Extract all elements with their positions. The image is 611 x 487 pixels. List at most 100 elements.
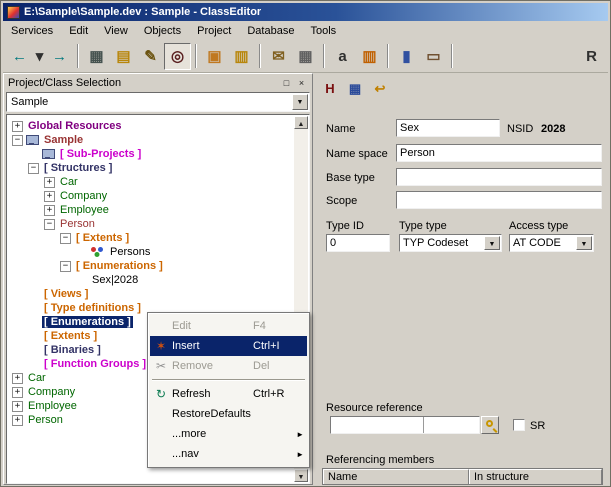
form-editor-button[interactable]: ✎ (137, 43, 164, 70)
tree-label: [ Function Groups ] (42, 358, 148, 370)
expander-plus-icon[interactable]: + (12, 387, 23, 398)
library-icon: ▥ (362, 49, 376, 64)
scroll-down-icon[interactable] (294, 469, 308, 482)
tree-item[interactable]: −Person (8, 217, 294, 231)
namespace-field[interactable] (396, 144, 602, 162)
rename-button[interactable]: a (329, 43, 356, 70)
resource-reference-right-input[interactable] (424, 417, 479, 433)
context-menu-item[interactable]: ✶InsertCtrl+I (150, 336, 307, 356)
type-type-dropdown[interactable]: TYP Codeset (399, 234, 502, 252)
tree-item[interactable]: +Global Resources (8, 119, 294, 133)
menu-bar: ServicesEditViewObjectsProjectDatabaseTo… (3, 21, 608, 40)
float-button[interactable]: □ (280, 76, 293, 89)
menu-database[interactable]: Database (239, 23, 302, 39)
class-header-button[interactable]: H (319, 78, 341, 98)
name-field[interactable] (396, 119, 500, 137)
menu-tools[interactable]: Tools (302, 23, 344, 39)
chevron-down-icon[interactable] (484, 236, 500, 250)
resource-reference-left-input[interactable] (331, 417, 423, 433)
chevron-down-icon[interactable] (292, 94, 308, 110)
project-icon (26, 135, 39, 146)
application-window: E:\Sample\Sample.dev : Sample - ClassEdi… (0, 0, 611, 487)
mini-toolbar: H ▦↩ (319, 78, 391, 98)
context-menu-item[interactable]: ↻RefreshCtrl+R (150, 384, 307, 404)
menu-view[interactable]: View (96, 23, 136, 39)
context-menu-item[interactable]: RestoreDefaults (150, 404, 307, 424)
tree-item[interactable]: [ Sub-Projects ] (8, 147, 294, 161)
new-object-button[interactable]: ▣ (201, 43, 228, 70)
expander-plus-icon[interactable]: + (12, 401, 23, 412)
tree-item[interactable]: −[ Enumerations ] (8, 259, 294, 273)
copy-object-button[interactable]: ▥ (228, 43, 255, 70)
sr-checkbox[interactable] (513, 419, 525, 431)
expander-minus-icon[interactable]: − (44, 219, 55, 230)
tree-item[interactable]: −[ Structures ] (8, 161, 294, 175)
back-dropdown-icon: ▾ (36, 49, 44, 64)
context-menu-item[interactable]: ...nav ► (150, 444, 307, 464)
class-header-icon: H (325, 82, 334, 95)
project-button[interactable]: ▤ (110, 43, 137, 70)
tree-label: Person (58, 218, 97, 230)
table-button[interactable]: ▦ (292, 43, 319, 70)
expander-plus-icon[interactable]: + (12, 415, 23, 426)
context-menu-item[interactable]: ✂RemoveDel (150, 356, 307, 376)
tree-item[interactable]: Sex|2028 (8, 273, 294, 287)
column-header-name[interactable]: Name (323, 469, 469, 485)
library-button[interactable]: ▥ (356, 43, 383, 70)
hierarchy-button[interactable]: ▦ (83, 43, 110, 70)
r-button[interactable]: R (578, 43, 605, 70)
scroll-up-icon[interactable] (294, 116, 308, 129)
mail-button[interactable]: ✉ (265, 43, 292, 70)
matrix-button[interactable]: ▦ (344, 78, 366, 98)
tree-item[interactable]: +Employee (8, 203, 294, 217)
tree-item[interactable]: [ Views ] (8, 287, 294, 301)
main-toolbar: ←▾→▦▤✎◎▣▥✉▦a▥▮▭R (3, 40, 608, 73)
menu-services[interactable]: Services (3, 23, 61, 39)
scope-field[interactable] (396, 191, 602, 209)
expander-plus-icon[interactable]: + (12, 373, 23, 384)
tree-item[interactable]: Persons (8, 245, 294, 259)
tree-item[interactable]: −[ Extents ] (8, 231, 294, 245)
expander-plus-icon[interactable]: + (12, 121, 23, 132)
column-header-in-structure[interactable]: In structure (469, 469, 602, 485)
tree-item[interactable]: +Company (8, 189, 294, 203)
expander-plus-icon[interactable]: + (44, 177, 55, 188)
tree-label: Sample (42, 134, 85, 146)
context-menu-item[interactable]: ...more► (150, 424, 307, 444)
menu-edit[interactable]: Edit (61, 23, 96, 39)
referencing-members-table: NameIn structure (322, 468, 603, 485)
books-button[interactable]: ▮ (393, 43, 420, 70)
type-type-label: Type type (399, 220, 447, 232)
close-button[interactable]: × (295, 76, 308, 89)
resource-reference-label: Resource reference (326, 402, 423, 414)
persons-icon (90, 247, 105, 258)
forward-button[interactable]: → (46, 43, 73, 70)
expander-minus-icon[interactable]: − (12, 135, 23, 146)
tree-item[interactable]: +Car (8, 175, 294, 189)
undo-button[interactable]: ↩ (369, 78, 391, 98)
menu-item-label: ...nav (170, 448, 253, 460)
resource-lookup-button[interactable] (481, 416, 499, 434)
chevron-down-icon[interactable] (576, 236, 592, 250)
base-type-field[interactable] (396, 168, 602, 186)
tree-item[interactable]: − Sample (8, 133, 294, 147)
back-button[interactable]: ← (6, 43, 33, 70)
menu-project[interactable]: Project (189, 23, 239, 39)
back-dropdown-button[interactable]: ▾ (33, 43, 46, 70)
menu-objects[interactable]: Objects (136, 23, 189, 39)
class-editor-button[interactable]: ◎ (164, 43, 191, 70)
expander-minus-icon[interactable]: − (28, 163, 39, 174)
access-type-dropdown[interactable]: AT CODE (509, 234, 594, 252)
ref-table-header: NameIn structure (323, 469, 602, 485)
expander-plus-icon[interactable]: + (44, 191, 55, 202)
resource-reference-field[interactable] (330, 416, 480, 434)
archive-button[interactable]: ▭ (420, 43, 447, 70)
type-id-field[interactable] (326, 234, 390, 252)
tree-label: [ Extents ] (42, 330, 99, 342)
submenu-arrow-icon: ► (295, 450, 305, 459)
expander-minus-icon[interactable]: − (60, 233, 71, 244)
project-selector[interactable]: Sample (6, 92, 310, 112)
context-menu-item[interactable]: EditF4 (150, 316, 307, 336)
expander-plus-icon[interactable]: + (44, 205, 55, 216)
expander-minus-icon[interactable]: − (60, 261, 71, 272)
